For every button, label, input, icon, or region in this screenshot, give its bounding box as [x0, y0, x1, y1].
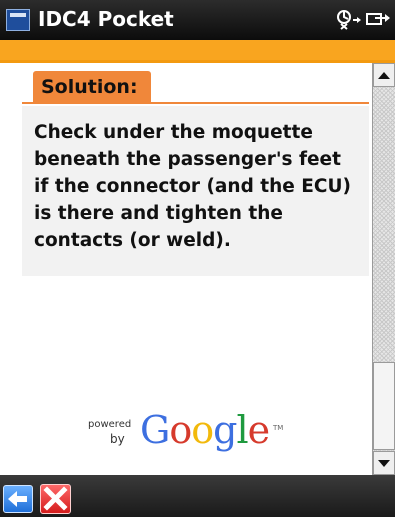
- google-letter: g: [213, 408, 237, 452]
- solution-panel: Check under the moquette beneath the pas…: [22, 106, 369, 276]
- google-letter: l: [236, 408, 248, 452]
- trademark-mark: TM: [273, 424, 284, 432]
- scrollbar-thumb[interactable]: [373, 362, 395, 450]
- close-x-icon: [43, 486, 68, 511]
- back-arrow-icon: [8, 491, 27, 507]
- chevron-up-icon: [378, 72, 390, 79]
- scroll-up-button[interactable]: [373, 63, 395, 87]
- by-label: by: [110, 432, 125, 446]
- app-screen: IDC4 Pocket Solution: Check under the mo…: [0, 0, 395, 517]
- powered-by-google: powered by Google TM: [88, 404, 288, 454]
- solution-text: Check under the moquette beneath the pas…: [34, 122, 351, 251]
- title-bar: IDC4 Pocket: [0, 0, 395, 40]
- google-letter: o: [169, 408, 192, 452]
- section-divider: [22, 102, 369, 104]
- header-accent-strip: [0, 40, 395, 63]
- app-window-icon[interactable]: [6, 9, 30, 31]
- window-title: IDC4 Pocket: [38, 7, 174, 31]
- chevron-down-icon: [378, 460, 390, 467]
- powered-label: powered: [88, 419, 132, 430]
- close-button[interactable]: [40, 484, 71, 514]
- google-letter: G: [140, 408, 170, 452]
- scroll-down-button[interactable]: [373, 451, 395, 475]
- google-letter: o: [191, 408, 214, 452]
- solution-heading: Solution:: [33, 71, 151, 103]
- google-logo: Google: [140, 406, 270, 454]
- connectivity-icon[interactable]: [337, 10, 361, 30]
- bottom-toolbar: [0, 475, 395, 517]
- vertical-scrollbar[interactable]: [372, 63, 395, 475]
- status-icons[interactable]: [335, 8, 391, 32]
- sync-icon[interactable]: [366, 13, 390, 25]
- google-letter: e: [247, 408, 270, 452]
- back-button[interactable]: [3, 485, 33, 513]
- main-content: Solution: Check under the moquette benea…: [0, 63, 372, 475]
